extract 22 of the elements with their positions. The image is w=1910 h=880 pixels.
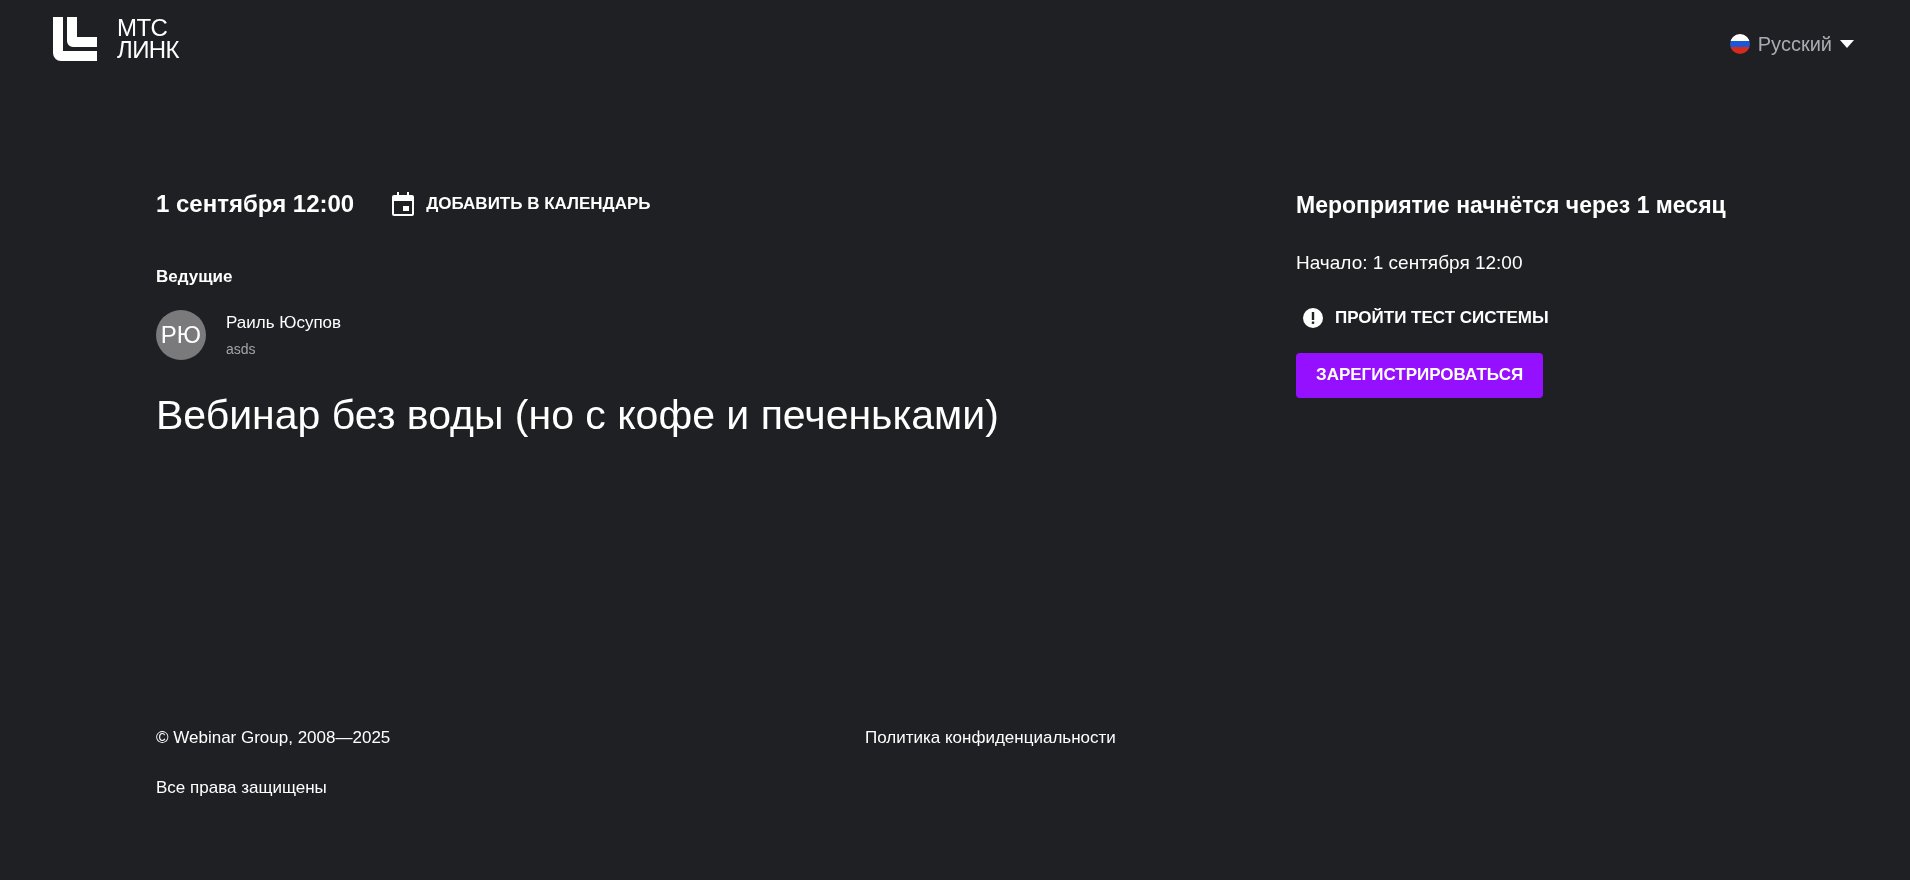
- russian-flag-icon: [1729, 34, 1750, 54]
- start-time: Начало: 1 сентября 12:00: [1296, 250, 1524, 275]
- rights-text: Все права защищены: [156, 776, 328, 799]
- logo-icon: [53, 17, 97, 61]
- event-date: 1 сентября 12:00: [156, 189, 355, 219]
- system-test-button[interactable]: ПРОЙТИ ТЕСТ СИСТЕМЫ: [1303, 305, 1549, 331]
- logo-text: МТС: [117, 17, 169, 39]
- host-subtitle: asds: [226, 340, 257, 359]
- countdown-heading: Мероприятие начнётся через 1 месяц: [1296, 191, 1727, 220]
- caret-icon: [1840, 40, 1854, 48]
- exclamation-icon: [1303, 307, 1323, 328]
- copyright-text: © Webinar Group, 2008—2025: [156, 727, 392, 749]
- host-name: Раиль Юсупов: [226, 311, 342, 334]
- privacy-policy-link[interactable]: Политика конфиденциальности: [865, 725, 1116, 751]
- calendar-icon: [392, 192, 415, 216]
- avatar: РЮ: [156, 309, 206, 360]
- event-title: Вебинар без воды (но с кофе и печеньками): [156, 391, 1000, 440]
- language-selector[interactable]: Русский: [1729, 29, 1854, 59]
- add-to-calendar-button[interactable]: ДОБАВИТЬ В КАЛЕНДАРЬ: [392, 191, 651, 217]
- register-button[interactable]: ЗАРЕГИСТРИРОВАТЬСЯ: [1296, 352, 1544, 398]
- hosts-heading: Ведущие: [156, 266, 234, 288]
- logo-text: ЛИНК: [117, 39, 179, 61]
